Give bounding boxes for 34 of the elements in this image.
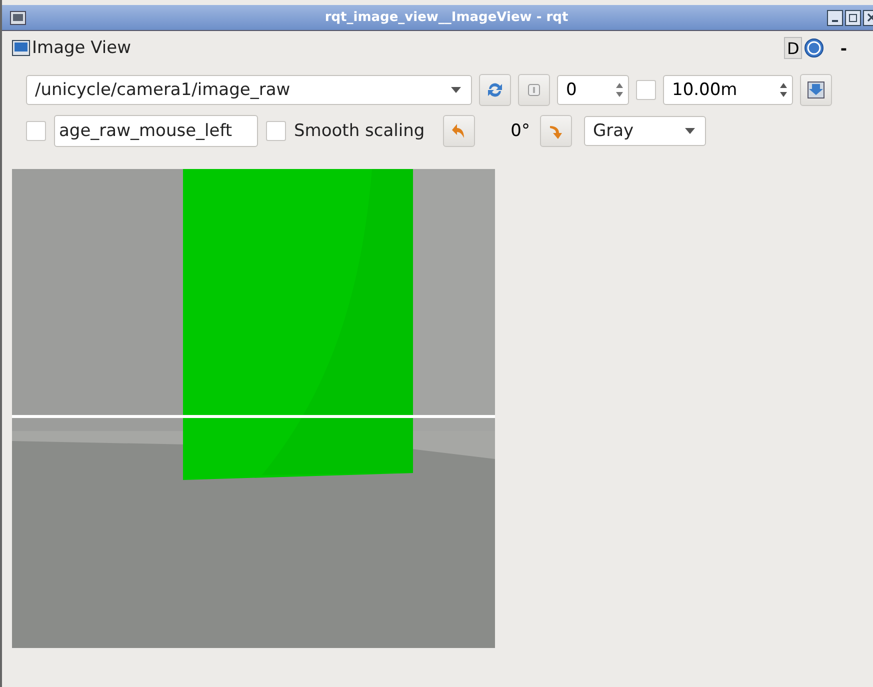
topic-dropdown[interactable]: /unicycle/camera1/image_raw — [26, 75, 472, 105]
minimize-button[interactable] — [827, 10, 843, 26]
spin-arrows-icon — [615, 81, 624, 99]
rotation-label: 0° — [510, 121, 530, 141]
close-icon — [867, 12, 873, 22]
refresh-button[interactable] — [479, 74, 511, 106]
zoom-button[interactable] — [518, 74, 550, 106]
spin-arrows-icon — [779, 81, 788, 99]
help-icon[interactable] — [804, 38, 824, 58]
dynamic-range-checkbox[interactable] — [636, 80, 656, 100]
minimize-button[interactable]: - — [840, 38, 847, 58]
save-button[interactable] — [800, 74, 832, 106]
mouse-topic-field[interactable]: age_raw_mouse_left — [54, 115, 258, 147]
image-icon — [12, 40, 30, 56]
publish-click-checkbox[interactable] — [26, 121, 46, 141]
smooth-scaling-checkbox[interactable] — [266, 121, 286, 141]
d-button[interactable]: D — [784, 37, 802, 59]
color-scheme-dropdown[interactable]: Gray — [584, 116, 706, 146]
rotate-left-icon — [450, 122, 467, 140]
caret-icon — [451, 87, 461, 93]
window-title: rqt_image_view__ImageView - rqt — [324, 10, 570, 25]
maximize-icon — [848, 12, 858, 22]
max-depth-spinbox[interactable]: 10.00m — [663, 75, 793, 105]
minimize-icon — [832, 20, 838, 22]
window-icon — [10, 10, 26, 24]
zoom-icon — [526, 82, 542, 98]
rotate-left-button[interactable] — [442, 115, 475, 147]
smooth-scaling-label: Smooth scaling — [294, 121, 425, 141]
caret-icon — [684, 128, 695, 134]
zoom-spinbox[interactable]: 0 — [557, 75, 629, 105]
dock-title: Image View — [32, 38, 131, 58]
maximize-button[interactable] — [845, 10, 861, 26]
rotate-right-button[interactable] — [540, 115, 572, 147]
save-icon — [806, 80, 826, 100]
